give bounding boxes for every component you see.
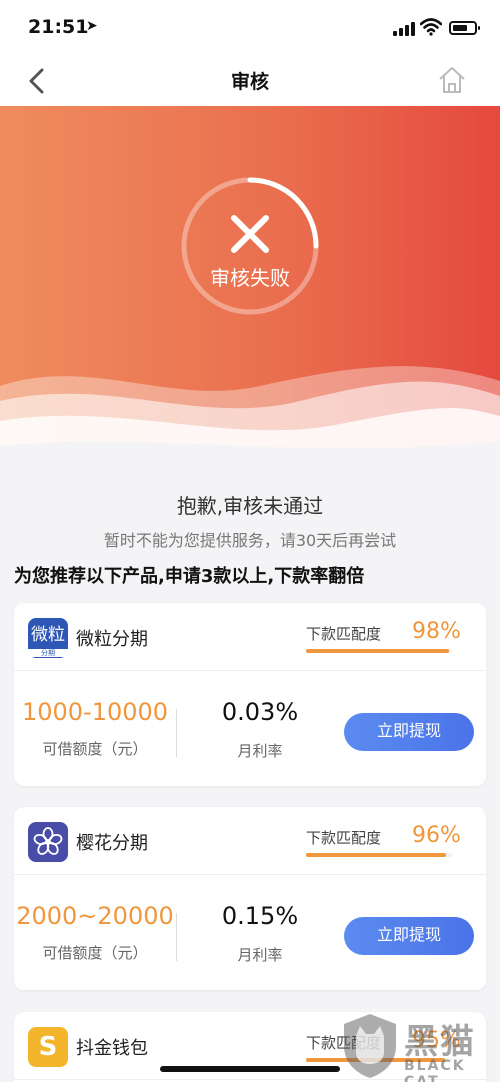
flower-icon — [33, 827, 63, 855]
match-progress-fill — [306, 853, 447, 857]
product-card[interactable]: 樱花分期 下款匹配度 96% 2000~20000 可借额度（元） 0.15% … — [14, 807, 486, 990]
match-label: 下款匹配度 — [306, 829, 382, 847]
match-label: 下款匹配度 — [306, 625, 382, 643]
result-subtitle: 暂时不能为您提供服务，请30天后再尝试 — [103, 531, 397, 550]
doujin-logo: S — [28, 1027, 68, 1067]
product-card[interactable]: 微粒 分期 微粒分期 下款匹配度 98% 1000-10000 可借额度（元） … — [14, 603, 486, 786]
match-progress-fill — [306, 649, 450, 653]
location-icon: ➤ — [86, 18, 98, 34]
result-title: 抱歉,审核未通过 — [176, 494, 324, 518]
match-progress-track — [306, 853, 452, 857]
logo-subtext: 分期 — [28, 649, 68, 657]
divider — [176, 709, 177, 757]
page-title: 审核 — [230, 71, 269, 93]
signal-icon — [393, 22, 415, 36]
loan-amount: 2000~20000 — [16, 902, 174, 930]
match-percent: 98% — [412, 619, 461, 644]
cat-shield-icon — [344, 1014, 396, 1078]
weili-logo: 微粒 分期 — [28, 618, 68, 658]
loan-amount: 1000-10000 — [21, 698, 169, 726]
recommend-heading: 为您推荐以下产品,申请3款以上,下款率翻倍 — [14, 566, 365, 587]
logo-text: 微粒 — [31, 625, 65, 645]
sakura-logo — [28, 822, 68, 862]
watermark-subtext: BLACK CAT — [404, 1058, 466, 1082]
status-time: 21:51 — [28, 16, 89, 38]
product-name: 抖金钱包 — [76, 1038, 148, 1059]
product-name: 樱花分期 — [76, 833, 148, 854]
review-status: 审核失败 — [210, 266, 290, 290]
match-progress-track — [306, 649, 452, 653]
loan-amount-label: 可借额度（元） — [42, 740, 148, 758]
watermark-text: 黑猫 — [404, 1022, 476, 1062]
monthly-rate-label: 月利率 — [237, 742, 283, 760]
monthly-rate: 0.03% — [221, 698, 299, 726]
wave-decoration — [0, 366, 500, 466]
match-percent: 96% — [412, 823, 461, 848]
loan-amount-label: 可借额度（元） — [42, 944, 148, 962]
divider — [176, 913, 177, 961]
nav-bar: 审核 — [0, 56, 500, 106]
status-bar: 21:51 ➤ — [0, 0, 500, 56]
withdraw-button[interactable]: 立即提现 — [344, 917, 474, 955]
battery-icon — [449, 21, 480, 35]
product-name: 微粒分期 — [76, 629, 148, 650]
home-indicator[interactable] — [160, 1066, 340, 1072]
home-icon[interactable] — [436, 64, 468, 96]
watermark: 黑猫 BLACK CAT — [340, 1010, 500, 1082]
product-card-header: 微粒 分期 微粒分期 下款匹配度 98% — [14, 603, 486, 671]
wifi-icon — [420, 18, 442, 36]
product-card-header: 樱花分期 下款匹配度 96% — [14, 807, 486, 875]
close-icon — [231, 215, 269, 253]
withdraw-button[interactable]: 立即提现 — [344, 713, 474, 751]
monthly-rate-label: 月利率 — [237, 946, 283, 964]
monthly-rate: 0.15% — [221, 902, 299, 930]
hero-banner: 审核失败 — [0, 106, 500, 466]
